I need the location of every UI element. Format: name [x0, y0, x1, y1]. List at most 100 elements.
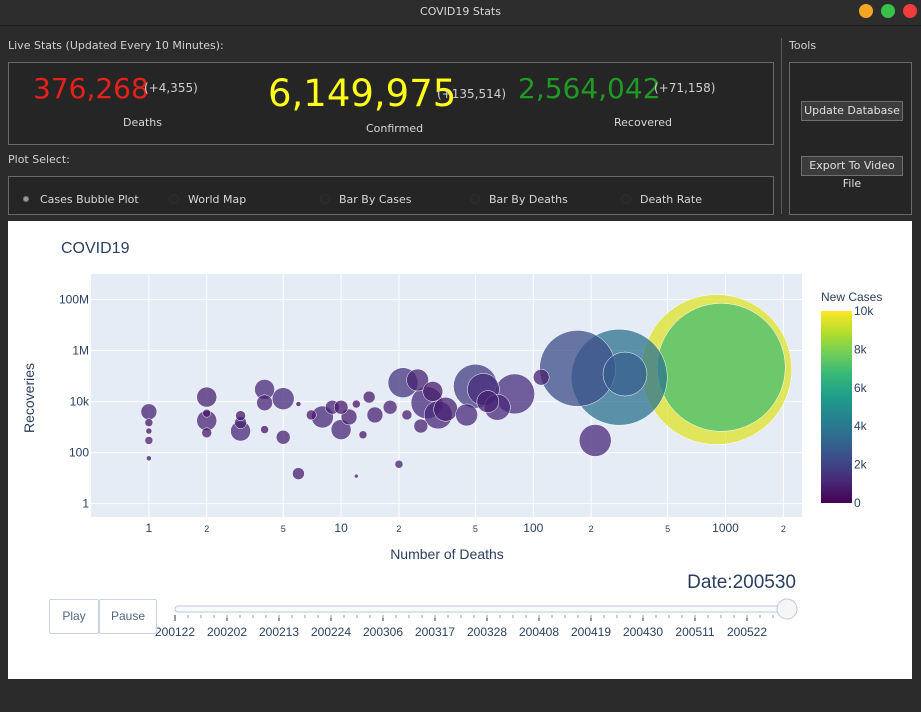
slider-step-label: 200522	[727, 625, 767, 639]
confirmed-delta: (+135,514)	[437, 87, 507, 101]
bubble-plot: COVID19 1 2 5 10 2 5 100 2 5 1000 2 1 100 10k 1M 100M Num…	[8, 221, 912, 679]
radio-indicator	[169, 194, 179, 204]
recovered-count: 2,564,042	[518, 72, 661, 105]
bubble	[401, 409, 413, 421]
recovered-caption: Recovered	[614, 116, 673, 129]
slider-step-label: 200408	[519, 625, 559, 639]
x-tick-label: 2	[589, 524, 594, 534]
close-button[interactable]	[903, 4, 917, 18]
bubble	[256, 394, 273, 412]
bubble	[144, 418, 154, 427]
bubble	[196, 386, 217, 408]
bubble	[292, 467, 305, 480]
bubble	[145, 427, 153, 435]
y-tick-label: 1M	[72, 344, 89, 358]
bubble	[433, 397, 458, 422]
x-tick-label: 5	[473, 524, 478, 534]
bubble	[202, 408, 211, 418]
slider-step-label: 200419	[571, 625, 611, 639]
bubble	[476, 390, 500, 413]
bubble	[382, 399, 398, 415]
bubble	[656, 303, 786, 432]
radio-cases-bubble-plot[interactable]: Cases Bubble Plot	[21, 191, 139, 207]
bubble	[333, 399, 349, 415]
colorbar	[821, 311, 852, 503]
y-tick-label: 100	[69, 446, 89, 460]
update-database-button[interactable]: Update Database	[801, 101, 903, 121]
recovered-delta: (+71,158)	[654, 81, 716, 95]
tools-label: Tools	[789, 39, 817, 52]
x-tick-label: 1	[146, 521, 153, 535]
slider-step-label: 200317	[415, 625, 455, 639]
export-video-button[interactable]: Export To Video File	[801, 156, 903, 190]
confirmed-count: 6,149,975	[268, 72, 457, 115]
slider-current-value: Date:200530	[687, 572, 796, 593]
vertical-separator	[781, 38, 782, 214]
bubble	[260, 425, 269, 434]
bubble	[354, 473, 359, 479]
slider-rail	[174, 605, 788, 613]
title-bar: COVID19 Stats	[0, 0, 921, 26]
x-tick-label: 1000	[712, 521, 739, 535]
colorbar-tick-label: 10k	[854, 304, 874, 318]
bubble	[295, 401, 302, 407]
window-title: COVID19 Stats	[420, 5, 501, 18]
tools-panel: Update Database Export To Video File	[789, 62, 912, 215]
bubble	[455, 403, 478, 427]
y-tick-label: 10k	[70, 395, 90, 409]
bubble	[201, 427, 212, 439]
bubble	[422, 381, 444, 402]
minimize-button[interactable]	[859, 4, 873, 18]
bubble	[366, 406, 384, 424]
radio-label: Cases Bubble Plot	[40, 192, 139, 206]
maximize-button[interactable]	[881, 4, 895, 18]
radio-bar-by-cases[interactable]: Bar By Cases	[320, 191, 412, 207]
slider-step-label: 200306	[363, 625, 403, 639]
bubble	[275, 430, 291, 445]
plot-select-panel: Cases Bubble Plot World Map Bar By Cases…	[8, 176, 774, 215]
bubble	[362, 390, 376, 404]
bubble	[140, 403, 158, 420]
live-stats-panel: 376,268 (+4,355) Deaths 6,149,975 (+135,…	[8, 62, 774, 145]
deaths-count: 376,268	[33, 72, 149, 105]
x-axis-title: Number of Deaths	[390, 546, 504, 562]
status-strip	[0, 686, 921, 712]
bubble	[235, 410, 246, 421]
x-tick-label: 2	[396, 524, 401, 534]
x-tick-label: 5	[281, 524, 286, 534]
colorbar-tick-label: 4k	[854, 419, 868, 433]
play-button[interactable]: Play	[49, 599, 99, 634]
radio-death-rate[interactable]: Death Rate	[621, 191, 702, 207]
slider-step-label: 200224	[311, 625, 351, 639]
bubble	[358, 430, 368, 440]
radio-label: Bar By Deaths	[489, 192, 568, 206]
x-tick-label: 2	[204, 524, 209, 534]
live-stats-label: Live Stats (Updated Every 10 Minutes):	[8, 39, 224, 52]
bubble	[271, 387, 295, 410]
radio-world-map[interactable]: World Map	[169, 191, 246, 207]
bubble	[533, 368, 550, 386]
pause-button[interactable]: Pause	[99, 599, 157, 634]
confirmed-caption: Confirmed	[366, 122, 424, 135]
y-tick-label: 100M	[59, 293, 89, 307]
x-tick-label: 100	[523, 521, 543, 535]
slider-step-label: 200122	[155, 625, 195, 639]
radio-indicator	[621, 194, 631, 204]
chart-title: COVID19	[61, 240, 130, 257]
colorbar-tick-label: 8k	[854, 342, 868, 356]
colorbar-tick-label: 0	[854, 496, 861, 510]
bubble	[352, 399, 361, 409]
slider-step-label: 200328	[467, 625, 507, 639]
deaths-delta: (+4,355)	[144, 81, 198, 95]
radio-label: World Map	[188, 192, 247, 206]
bubble	[578, 424, 612, 457]
bubble	[413, 418, 429, 434]
radio-bar-by-deaths[interactable]: Bar By Deaths	[470, 191, 568, 207]
slider-step-label: 200430	[623, 625, 663, 639]
slider-handle[interactable]	[776, 598, 798, 620]
x-tick-label: 10	[334, 521, 348, 535]
plot-select-label: Plot Select:	[8, 153, 70, 166]
radio-label: Bar By Cases	[339, 192, 412, 206]
slider-step-label: 200213	[259, 625, 299, 639]
radio-indicator	[470, 194, 480, 204]
